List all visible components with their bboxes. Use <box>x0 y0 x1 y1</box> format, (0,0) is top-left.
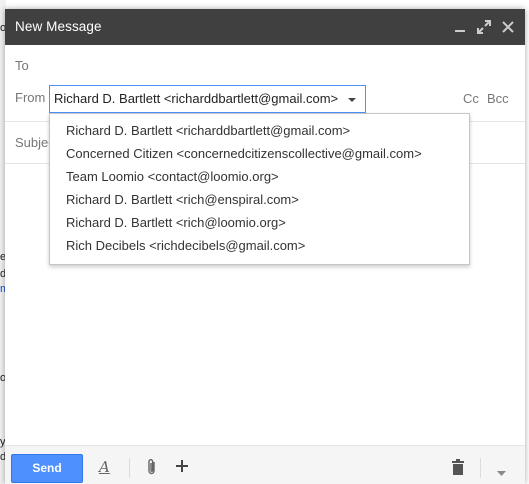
from-option[interactable]: Richard D. Bartlett <rich@loomio.org> <box>50 211 469 234</box>
trash-icon[interactable] <box>451 459 465 478</box>
from-option[interactable]: Concerned Citizen <concernedcitizenscoll… <box>50 142 469 165</box>
from-option[interactable]: Richard D. Bartlett <rich@enspiral.com> <box>50 188 469 211</box>
compose-footer: Send A <box>5 445 525 484</box>
to-field[interactable] <box>45 51 515 79</box>
close-icon[interactable] <box>499 18 517 36</box>
from-select[interactable]: Richard D. Bartlett <richarddbartlett@gm… <box>49 85 366 113</box>
from-option[interactable]: Richard D. Bartlett <richarddbartlett@gm… <box>50 119 469 142</box>
compose-title: New Message <box>15 19 102 34</box>
toolbar-separator <box>129 458 130 478</box>
more-options-icon[interactable] <box>497 465 506 480</box>
formatting-icon[interactable]: A <box>99 458 110 476</box>
cc-link[interactable]: Cc <box>463 91 479 106</box>
from-option[interactable]: Rich Decibels <richdecibels@gmail.com> <box>50 234 469 257</box>
compose-titlebar[interactable]: New Message <box>5 9 525 45</box>
from-dropdown-menu: Richard D. Bartlett <richarddbartlett@gm… <box>49 113 470 265</box>
compose-window: New Message To From Richard D. Bartlett … <box>5 9 525 484</box>
attach-icon[interactable] <box>145 458 159 479</box>
send-button[interactable]: Send <box>11 454 83 483</box>
dropdown-caret-icon <box>348 98 356 102</box>
fullscreen-icon[interactable] <box>475 18 493 36</box>
toolbar-separator <box>480 458 481 478</box>
from-selected-value: Richard D. Bartlett <richarddbartlett@gm… <box>54 91 339 106</box>
to-label: To <box>15 58 29 73</box>
from-label: From <box>15 90 46 105</box>
bcc-link[interactable]: Bcc <box>487 91 509 106</box>
minimize-icon[interactable] <box>451 18 469 36</box>
insert-plus-icon[interactable] <box>175 459 189 476</box>
from-option[interactable]: Team Loomio <contact@loomio.org> <box>50 165 469 188</box>
